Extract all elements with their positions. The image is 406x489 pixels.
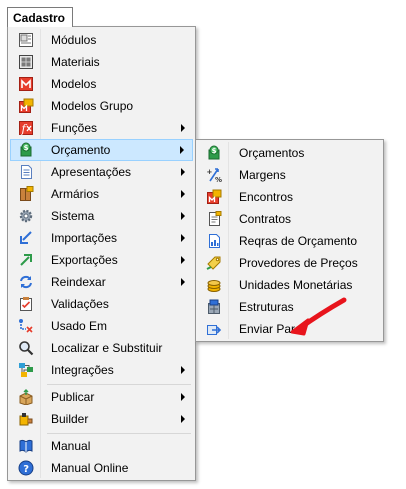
- search-replace-icon: [19, 341, 34, 356]
- manual-book-icon: [19, 439, 33, 453]
- menu-item-modelos-grupo[interactable]: Modelos Grupo: [10, 95, 193, 117]
- menu-item-orcamento[interactable]: $ Orçamento: [10, 139, 193, 161]
- menu-separator: [47, 384, 191, 385]
- submenu-arrow-icon: [181, 393, 185, 401]
- menu-item-localizar-substituir[interactable]: Localizar e Substituir: [10, 337, 193, 359]
- publish-icon: [19, 389, 33, 405]
- submenu-item-orcamentos[interactable]: $ Orçamentos: [198, 142, 381, 164]
- reindex-icon: [20, 275, 32, 289]
- integrations-icon: [19, 363, 33, 377]
- svg-text:%: %: [215, 176, 222, 183]
- menubar-cadastro[interactable]: Cadastro: [7, 7, 73, 27]
- menu-item-sistema[interactable]: Sistema: [10, 205, 193, 227]
- submenu-arrow-icon: [181, 366, 185, 374]
- used-in-icon: [19, 319, 33, 333]
- cadastro-menu: Módulos Materiais Modelos Modelos Grupo …: [7, 26, 196, 481]
- send-to-icon: [207, 325, 222, 335]
- menu-separator: [47, 433, 191, 434]
- submenu-item-encontros[interactable]: Encontros: [198, 186, 381, 208]
- submenu-item-provedores-precos[interactable]: Provedores de Preços: [198, 252, 381, 274]
- menu-item-importacoes[interactable]: Importações: [10, 227, 193, 249]
- annotation-arrow: [290, 297, 347, 336]
- svg-text:$: $: [24, 144, 29, 152]
- presentations-icon: [21, 165, 32, 179]
- submenu-item-reqras-orcamento[interactable]: Reqras de Orçamento: [198, 230, 381, 252]
- menu-item-exportacoes[interactable]: Exportações: [10, 249, 193, 271]
- submenu-item-margens[interactable]: +% Margens: [198, 164, 381, 186]
- system-gear-icon: [19, 209, 33, 223]
- svg-text:?: ?: [23, 464, 29, 475]
- contracts-icon: [209, 211, 222, 226]
- builder-icon: [19, 413, 33, 426]
- materials-icon: [19, 55, 33, 69]
- budget-icon: $: [20, 142, 32, 157]
- menu-item-manual[interactable]: Manual: [10, 435, 193, 457]
- models-icon: [19, 77, 33, 91]
- menu-item-usado-em[interactable]: Usado Em: [10, 315, 193, 337]
- svg-text:+: +: [207, 168, 213, 176]
- modules-icon: [19, 33, 33, 47]
- submenu-item-contratos[interactable]: Contratos: [198, 208, 381, 230]
- menu-item-publicar[interactable]: Publicar: [10, 386, 193, 408]
- structures-icon: [208, 299, 220, 314]
- submenu-item-unidades-monetarias[interactable]: Unidades Monetárias: [198, 274, 381, 296]
- submenu-arrow-icon: [181, 234, 185, 242]
- menu-item-armarios[interactable]: Armários: [10, 183, 193, 205]
- submenu-arrow-icon: [181, 190, 185, 198]
- menu-item-reindexar[interactable]: Reindexar: [10, 271, 193, 293]
- menu-item-modulos[interactable]: Módulos: [10, 29, 193, 51]
- functions-icon: f: [19, 121, 33, 136]
- help-icon: ?: [18, 460, 34, 476]
- budget-rules-icon: [209, 234, 220, 248]
- submenu-arrow-icon: [181, 212, 185, 220]
- submenu-arrow-icon: [181, 256, 185, 264]
- validations-icon: [20, 297, 32, 311]
- menu-item-manual-online[interactable]: ? Manual Online: [10, 457, 193, 479]
- model-group-icon: [19, 98, 34, 113]
- menu-item-modelos[interactable]: Modelos: [10, 73, 193, 95]
- export-icon: [20, 254, 32, 266]
- menu-item-integracoes[interactable]: Integrações: [10, 359, 193, 381]
- menu-item-validacoes[interactable]: Validações: [10, 293, 193, 315]
- joints-icon: [207, 189, 222, 204]
- svg-text:$: $: [212, 147, 217, 155]
- currency-units-icon: [207, 280, 221, 292]
- margins-icon: +%: [207, 168, 223, 183]
- menu-item-funcoes[interactable]: f Funções: [10, 117, 193, 139]
- menu-item-materiais[interactable]: Materiais: [10, 51, 193, 73]
- cabinets-icon: [20, 186, 34, 201]
- submenu-arrow-icon: [181, 168, 185, 176]
- submenu-arrow-icon: [181, 415, 185, 423]
- import-icon: [20, 231, 32, 244]
- submenu-arrow-icon: [180, 146, 184, 154]
- menu-item-apresentacoes[interactable]: Apresentações: [10, 161, 193, 183]
- submenu-arrow-icon: [181, 124, 185, 132]
- submenu-arrow-icon: [181, 278, 185, 286]
- budgets-icon: $: [208, 145, 220, 160]
- menu-item-builder[interactable]: Builder: [10, 408, 193, 430]
- price-providers-icon: [206, 256, 221, 270]
